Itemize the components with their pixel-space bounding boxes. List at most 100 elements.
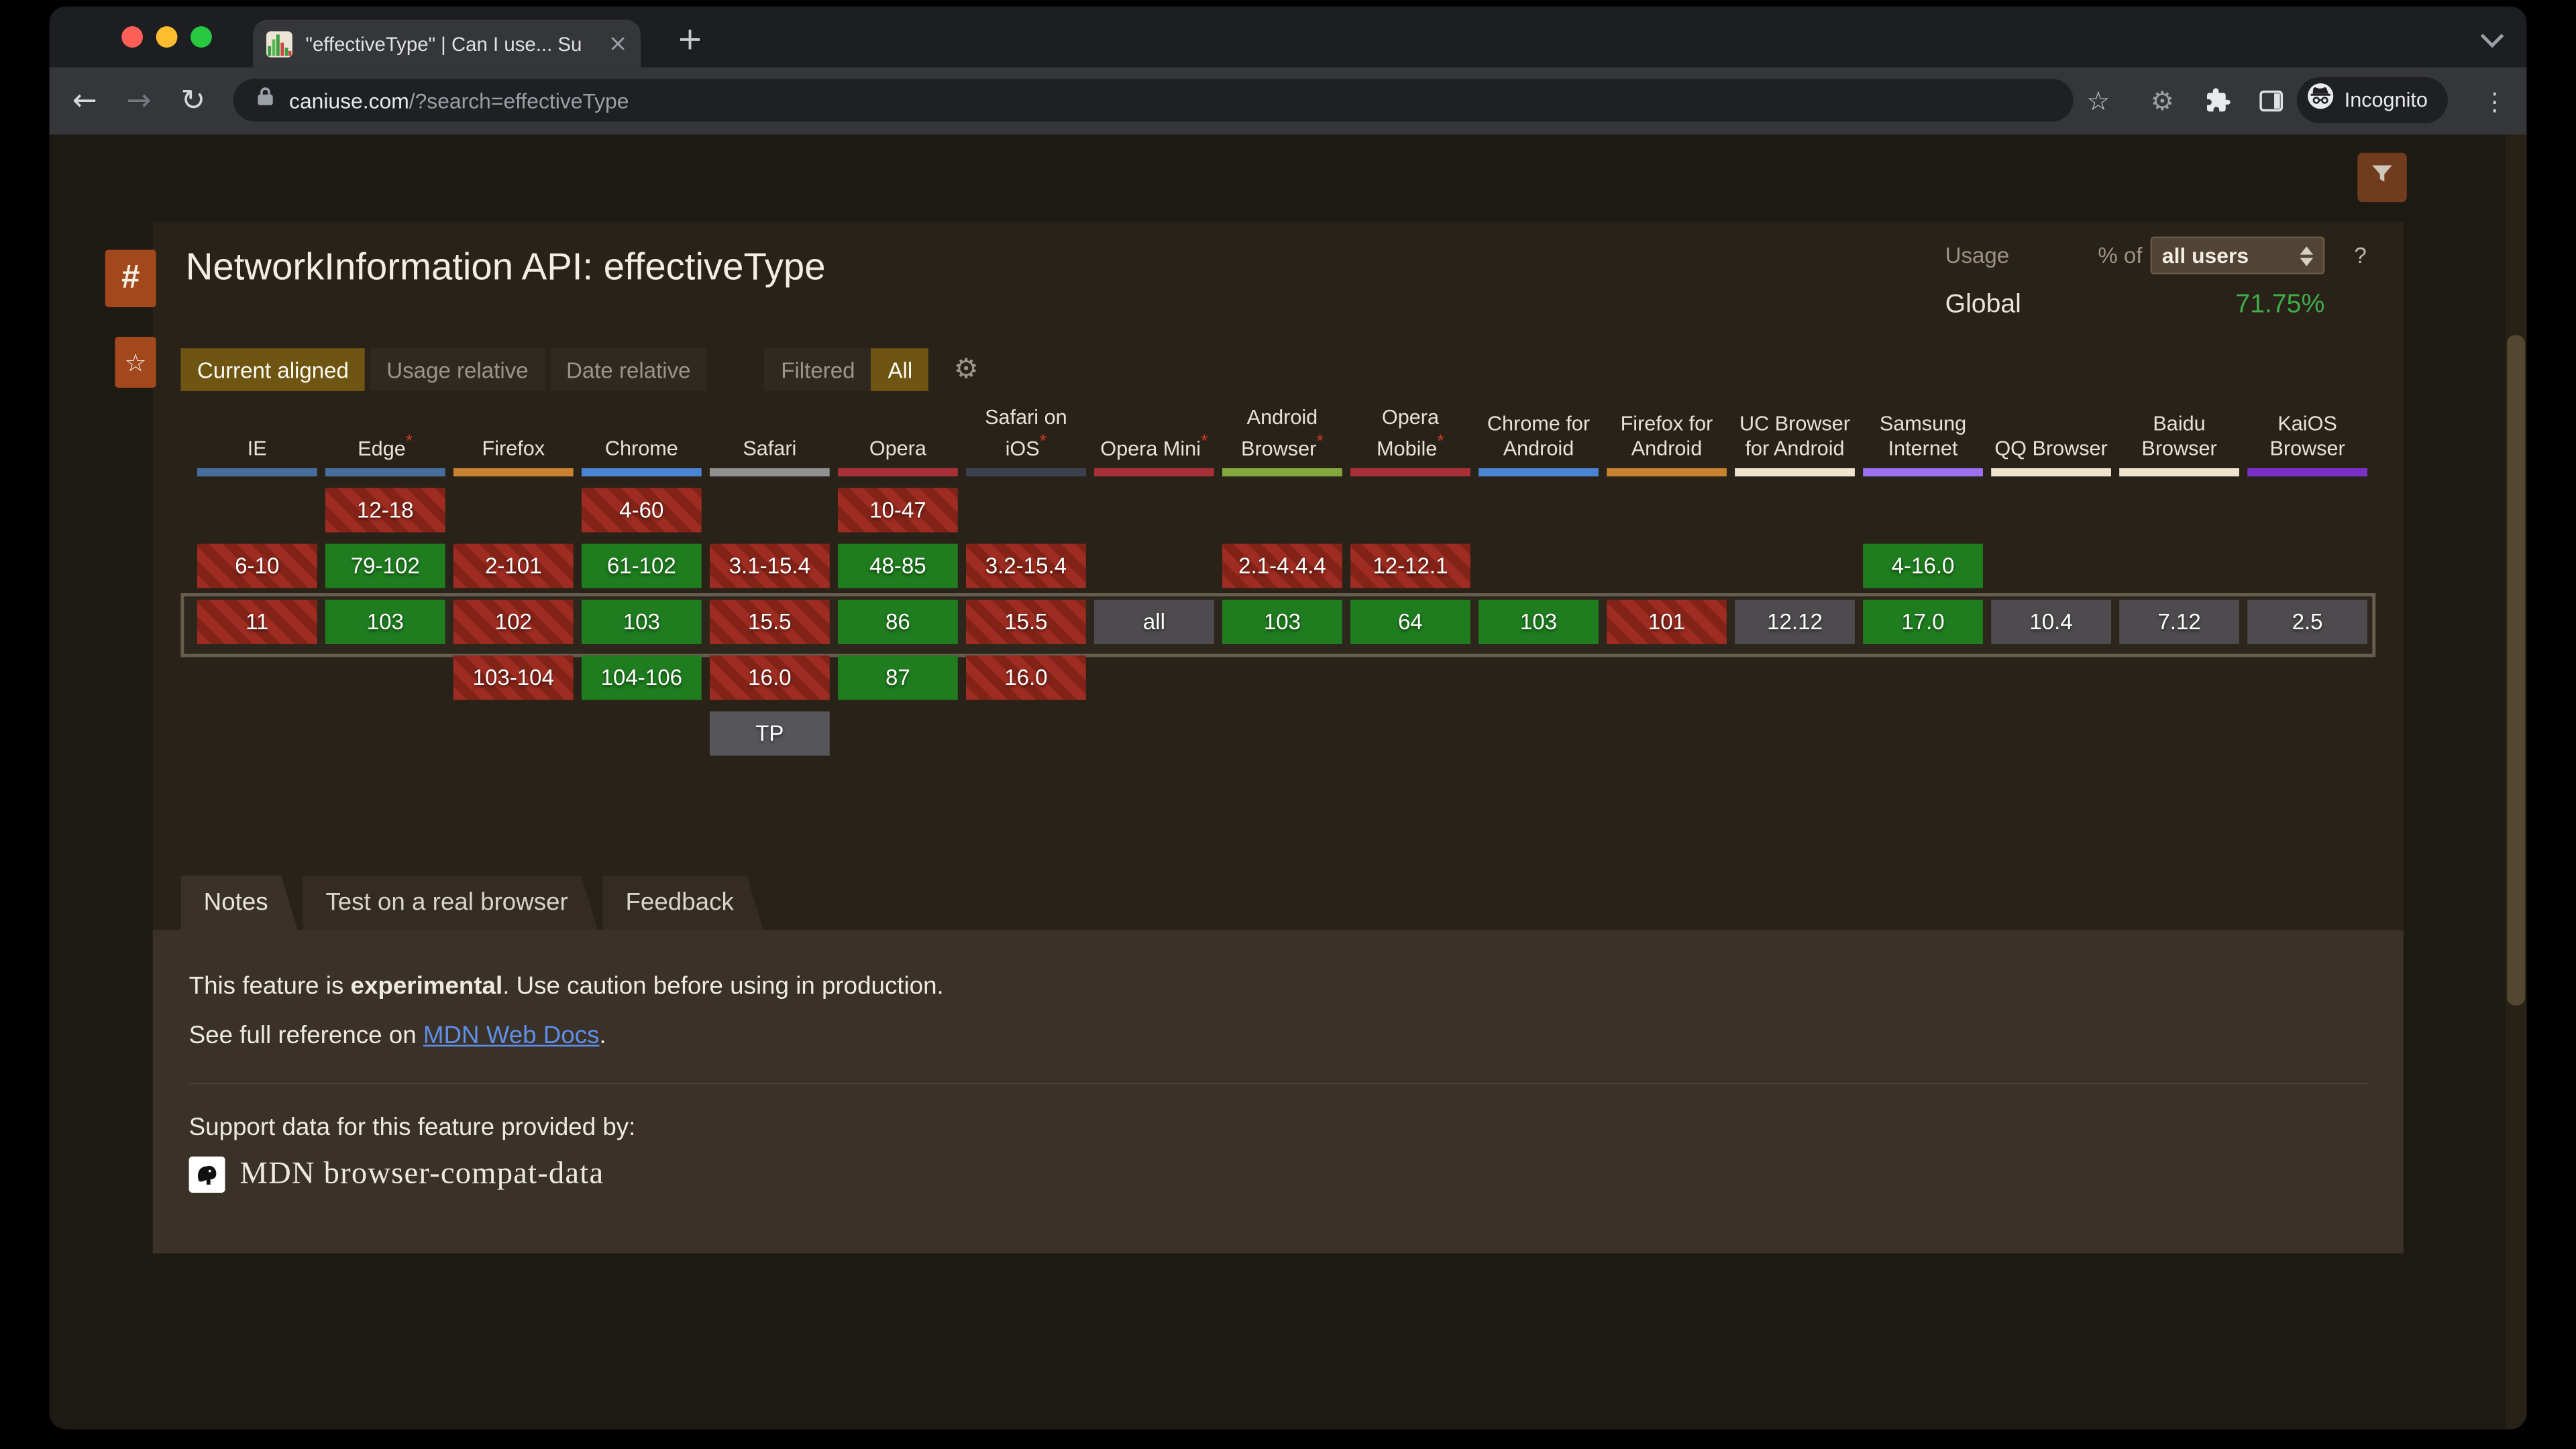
favorite-star-button[interactable]: ☆ xyxy=(115,337,156,388)
scrollbar-thumb[interactable] xyxy=(2507,335,2525,1006)
browser-name: Firefox xyxy=(453,437,574,462)
support-cell[interactable]: 3.1-15.4 xyxy=(710,544,830,588)
usage-scope-select[interactable]: all users xyxy=(2151,237,2325,274)
support-cell[interactable]: 64 xyxy=(1350,600,1470,644)
support-cell[interactable]: 11 xyxy=(197,600,317,644)
date-relative-button[interactable]: Date relative xyxy=(549,348,707,391)
browser-name: QQ Browser xyxy=(1991,437,2111,462)
usage-help-icon[interactable]: ? xyxy=(2354,243,2366,268)
support-cell[interactable]: 6-10 xyxy=(197,544,317,588)
usage-relative-button[interactable]: Usage relative xyxy=(370,348,545,391)
support-cell[interactable]: 12.12 xyxy=(1735,600,1855,644)
support-cell[interactable]: 86 xyxy=(838,600,958,644)
brand-color-bar xyxy=(582,468,702,476)
traffic-light-close[interactable] xyxy=(121,26,143,48)
support-cell[interactable]: 102 xyxy=(453,600,574,644)
reload-button[interactable]: ↻ xyxy=(180,67,205,134)
empty-cell xyxy=(1222,712,1342,756)
support-cell[interactable]: 104-106 xyxy=(582,656,702,700)
side-panel-icon[interactable] xyxy=(2257,67,2286,134)
support-cell[interactable]: 2-101 xyxy=(453,544,574,588)
support-cell[interactable]: 2.5 xyxy=(2247,600,2367,644)
forward-button[interactable]: → xyxy=(127,67,152,134)
support-cell[interactable]: 61-102 xyxy=(582,544,702,588)
overflow-menu-icon[interactable]: ⋮ xyxy=(2482,67,2507,134)
support-cell[interactable]: 103 xyxy=(1222,600,1342,644)
support-cell[interactable]: TP xyxy=(710,712,830,756)
provided-by-label: Support data for this feature provided b… xyxy=(189,1114,2367,1142)
lock-icon[interactable] xyxy=(256,85,274,115)
support-cell[interactable]: 10-47 xyxy=(838,488,958,533)
browser-window: "effectiveType" | Can I use... Su × + ← … xyxy=(49,7,2526,1430)
extensions-puzzle-icon[interactable] xyxy=(2205,67,2233,134)
page-scrollbar[interactable] xyxy=(2506,135,2527,1430)
support-cell[interactable]: 15.5 xyxy=(710,600,830,644)
address-bar[interactable]: caniuse.com/?search=effectiveType xyxy=(233,79,2074,122)
incognito-label: Incognito xyxy=(2345,89,2428,111)
support-cell[interactable]: 79-102 xyxy=(325,544,445,588)
traffic-light-minimize[interactable] xyxy=(156,26,178,48)
support-table: IEEdge*FirefoxChromeSafariOperaSafari on… xyxy=(197,406,2367,756)
filter-button[interactable] xyxy=(2357,153,2406,202)
traffic-light-zoom[interactable] xyxy=(191,26,212,48)
tab-feedback[interactable]: Feedback xyxy=(602,875,763,930)
empty-cell xyxy=(1991,544,2111,588)
support-cell[interactable]: 4-16.0 xyxy=(1863,544,1983,588)
support-cell[interactable]: 103 xyxy=(582,600,702,644)
url-domain: caniuse.com xyxy=(289,88,409,113)
brand-color-bar xyxy=(1094,468,1214,476)
empty-cell xyxy=(1094,544,1214,588)
support-cell[interactable]: 2.1-4.4.4 xyxy=(1222,544,1342,588)
new-tab-button[interactable]: + xyxy=(667,16,713,62)
browser-toolbar: ← → ↻ caniuse.com/?search=effectiveType … xyxy=(49,67,2526,136)
page-content: # ☆ NetworkInformation API: effectiveTyp… xyxy=(49,135,2526,1430)
bookmark-star-icon[interactable]: ☆ xyxy=(2086,67,2110,134)
tab-search-chevron-icon[interactable] xyxy=(2481,25,2504,48)
empty-cell xyxy=(1350,656,1470,700)
usage-scope-value: all users xyxy=(2162,243,2300,268)
support-cell[interactable]: 15.5 xyxy=(966,600,1086,644)
tab-test-on-real-browser[interactable]: Test on a real browser xyxy=(303,875,598,930)
browser-name: Chrome xyxy=(582,437,702,462)
feature-title: NetworkInformation API: effectiveType xyxy=(186,245,826,289)
empty-cell xyxy=(1607,488,1727,533)
extension-gear-icon[interactable]: ⚙ xyxy=(2151,67,2174,134)
support-cell[interactable]: 12-12.1 xyxy=(1350,544,1470,588)
browser-name: KaiOS Browser xyxy=(2247,413,2367,462)
support-cell[interactable]: 48-85 xyxy=(838,544,958,588)
support-cell[interactable]: 16.0 xyxy=(710,656,830,700)
support-cell[interactable]: all xyxy=(1094,600,1214,644)
support-tabs: Notes Test on a real browser Feedback xyxy=(180,875,768,930)
empty-cell xyxy=(197,488,317,533)
support-cell[interactable]: 17.0 xyxy=(1863,600,1983,644)
support-cell[interactable]: 103 xyxy=(1479,600,1599,644)
support-cell[interactable]: 10.4 xyxy=(1991,600,2111,644)
mdn-web-docs-link[interactable]: MDN Web Docs xyxy=(423,1022,600,1050)
feature-panel: # ☆ NetworkInformation API: effectiveTyp… xyxy=(153,222,2404,1254)
empty-cell xyxy=(1094,712,1214,756)
support-cell[interactable]: 16.0 xyxy=(966,656,1086,700)
empty-cell xyxy=(1735,656,1855,700)
support-cell[interactable]: 12-18 xyxy=(325,488,445,533)
support-grid-header: IEEdge*FirefoxChromeSafariOperaSafari on… xyxy=(197,406,2367,477)
filtered-button[interactable]: Filtered xyxy=(765,348,871,391)
browser-tab[interactable]: "effectiveType" | Can I use... Su × xyxy=(253,19,641,67)
close-tab-icon[interactable]: × xyxy=(608,30,628,56)
browser-header: Safari on iOS* xyxy=(966,406,1086,477)
support-cell[interactable]: 101 xyxy=(1607,600,1727,644)
support-cell[interactable]: 3.2-15.4 xyxy=(966,544,1086,588)
brand-color-bar xyxy=(197,468,317,476)
support-cell[interactable]: 87 xyxy=(838,656,958,700)
settings-gear-icon[interactable]: ⚙ xyxy=(953,354,978,386)
support-cell[interactable]: 4-60 xyxy=(582,488,702,533)
brand-color-bar xyxy=(1222,468,1342,476)
support-cell[interactable]: 103 xyxy=(325,600,445,644)
tab-notes[interactable]: Notes xyxy=(180,875,297,930)
permalink-button[interactable]: # xyxy=(105,250,156,307)
back-button[interactable]: ← xyxy=(72,67,97,134)
support-cell[interactable]: 103-104 xyxy=(453,656,574,700)
support-cell[interactable]: 7.12 xyxy=(2119,600,2239,644)
browser-header: Firefox for Android xyxy=(1607,406,1727,477)
current-aligned-button[interactable]: Current aligned xyxy=(180,348,365,391)
filter-all-button[interactable]: All xyxy=(871,348,929,391)
